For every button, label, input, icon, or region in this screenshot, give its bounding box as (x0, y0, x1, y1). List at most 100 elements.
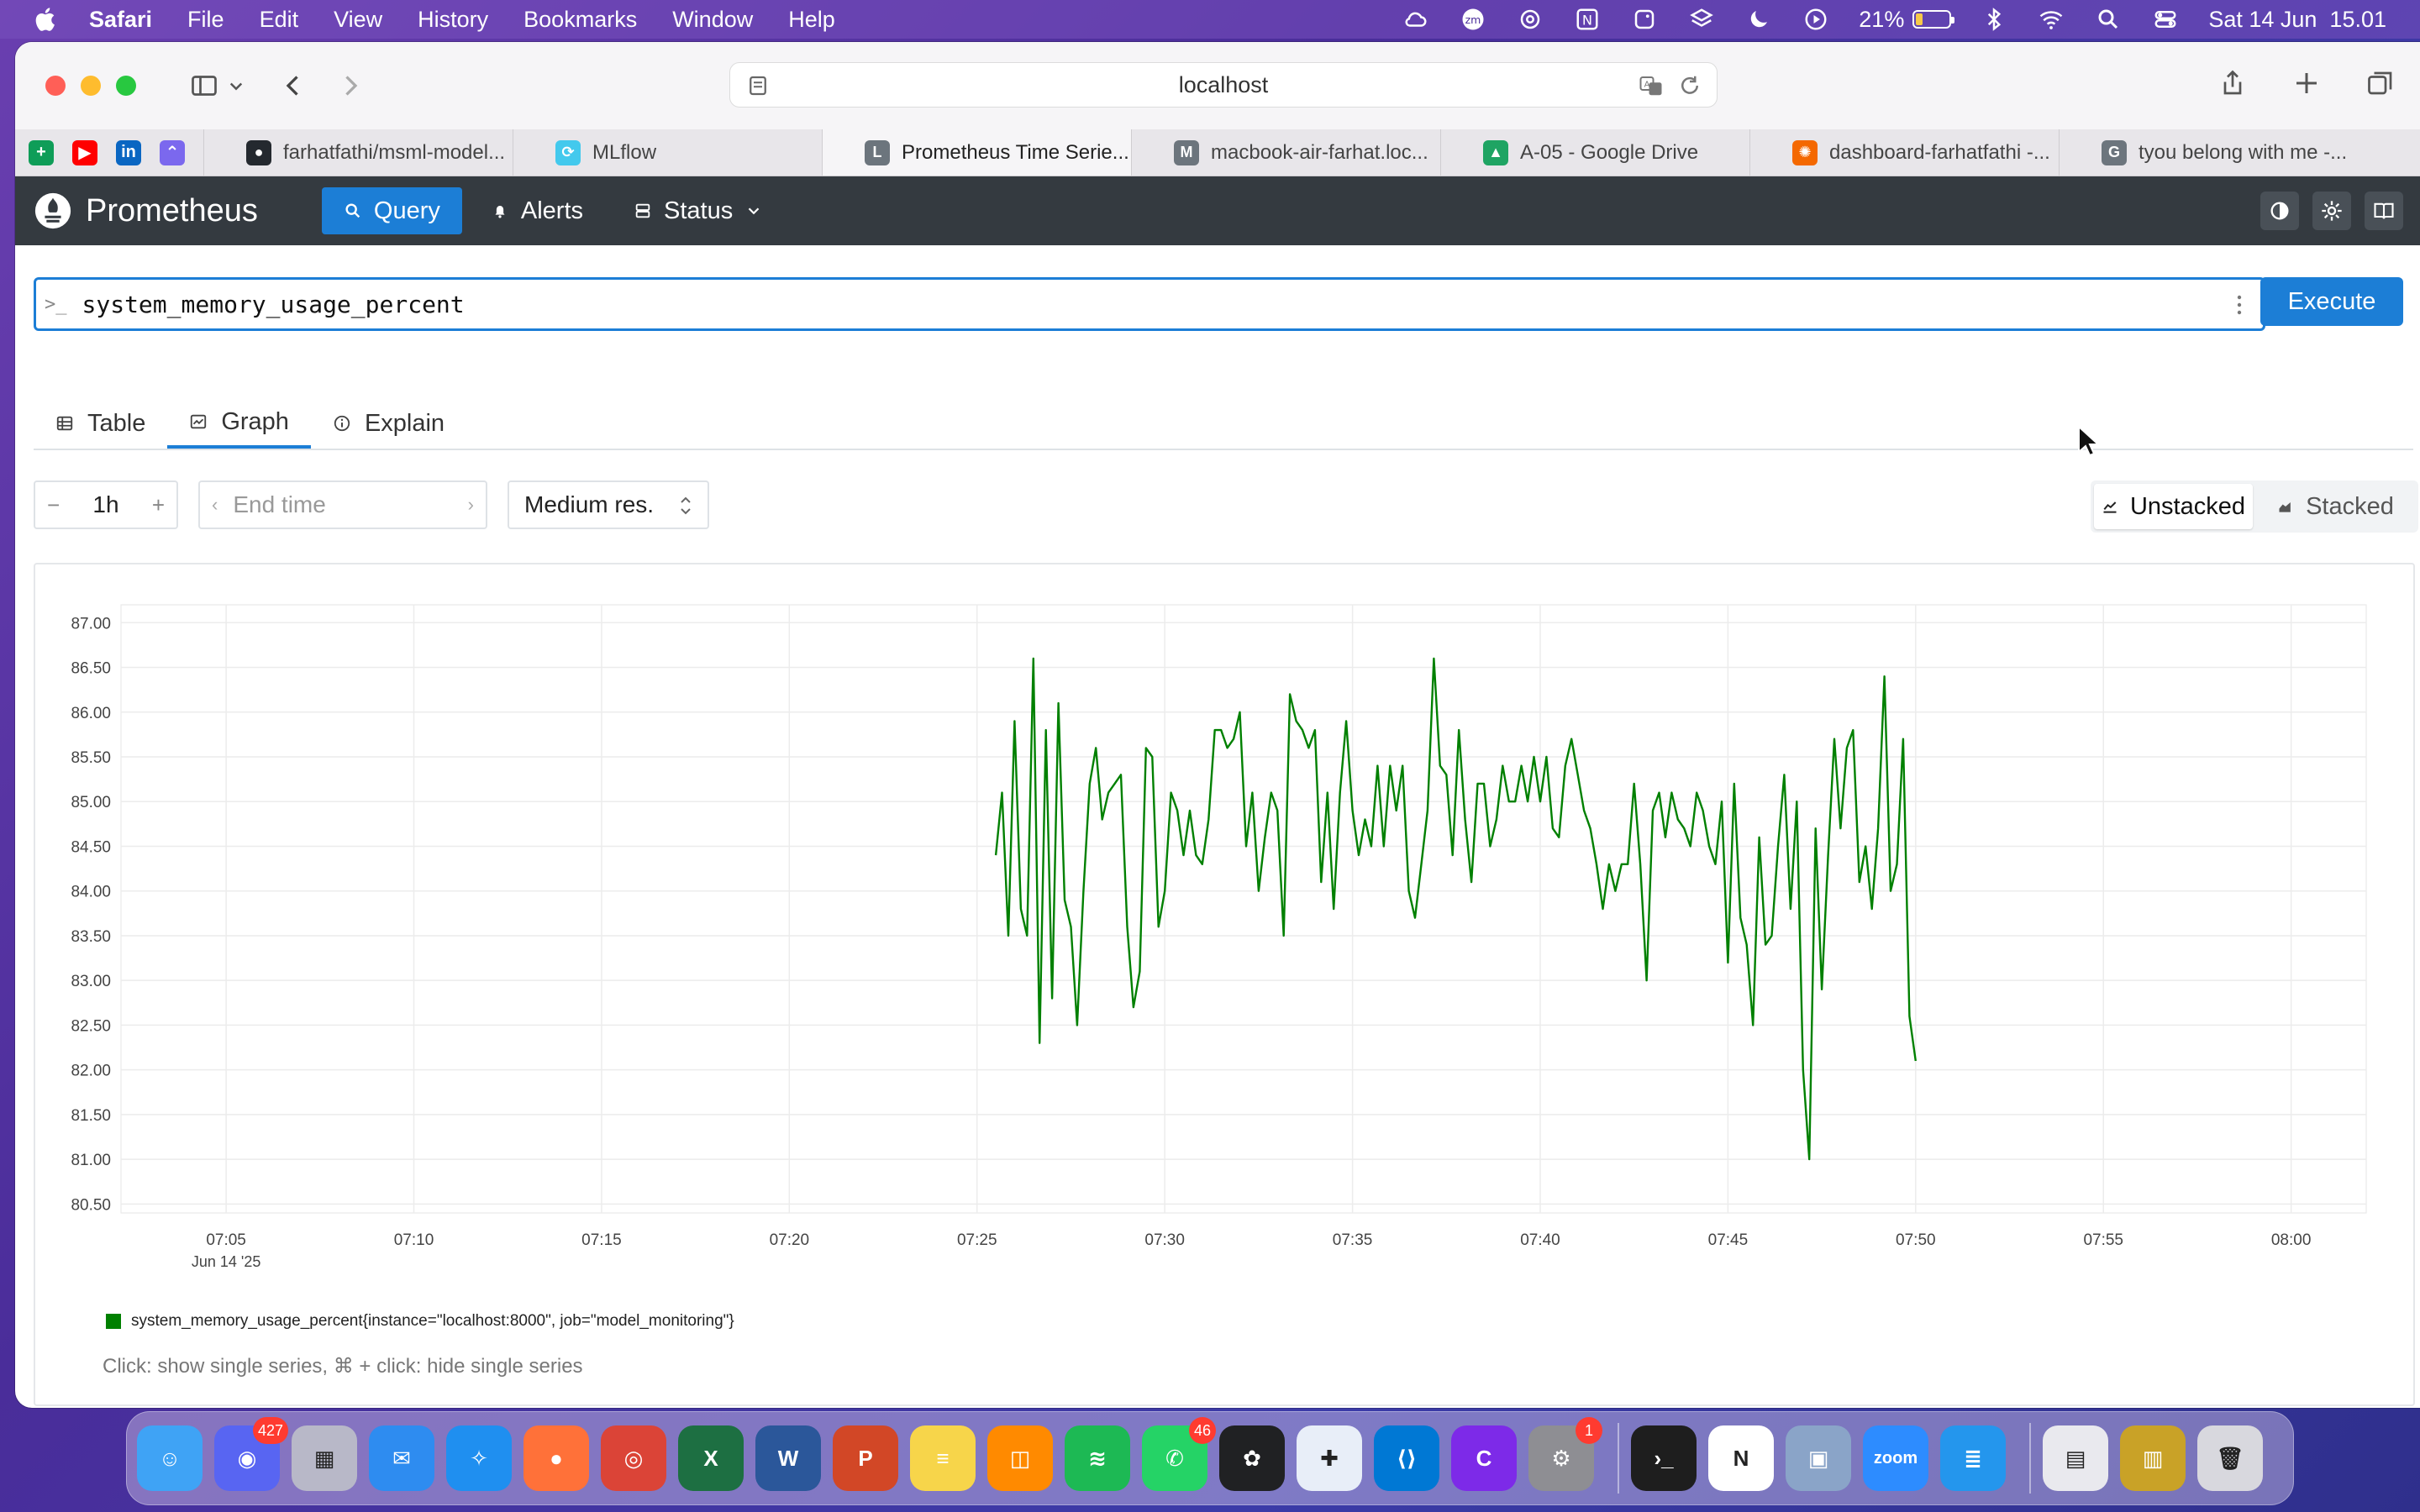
dock-launchpad-icon[interactable]: ▦ (292, 1425, 357, 1491)
sidebar-toggle-icon[interactable] (185, 66, 224, 105)
dock-excel-icon[interactable]: X (678, 1425, 744, 1491)
dock-chatgpt-icon[interactable]: ✿ (1219, 1425, 1285, 1491)
nav-status-button[interactable]: Status (612, 187, 785, 234)
favorite-sheets-icon[interactable]: + (29, 139, 54, 165)
decrease-range-icon[interactable]: − (47, 492, 60, 518)
resolution-select[interactable]: Medium res. (508, 480, 709, 529)
dock-system-settings-icon[interactable]: ⚙ 1 (1528, 1417, 1602, 1491)
menu-help[interactable]: Help (788, 7, 835, 33)
forward-arrow-icon[interactable] (331, 66, 370, 105)
dock-downloads-icon[interactable]: ▥ (2120, 1425, 2186, 1491)
translate-icon[interactable]: A (1638, 73, 1665, 98)
dock-notion-icon[interactable]: N (1708, 1425, 1774, 1491)
notion-status-icon[interactable]: N (1573, 7, 1602, 32)
dock-trash-icon[interactable]: 🗑 (2197, 1425, 2263, 1491)
expression-input[interactable]: >_ system_memory_usage_percent (34, 277, 2265, 331)
play-status-icon[interactable] (1802, 7, 1830, 32)
dock-zoom-icon[interactable]: zoom (1863, 1425, 1928, 1491)
address-bar[interactable]: localhost A (729, 62, 1718, 108)
dock-docker-icon[interactable]: ≣ (1940, 1425, 2006, 1491)
dock-canva-icon[interactable]: C (1451, 1425, 1517, 1491)
browser-tab[interactable]: ✺ dashboard-farhatfathi -... (1749, 129, 2059, 176)
menu-file[interactable]: File (187, 7, 224, 33)
chevron-right-icon[interactable]: › (468, 494, 474, 516)
browser-tab[interactable]: Gtyou belong with me -... (2059, 129, 2368, 176)
zoom-window-button[interactable] (116, 76, 136, 96)
control-center-icon[interactable] (2151, 7, 2180, 32)
address-url[interactable]: localhost (1179, 72, 1269, 98)
menubar-app-name[interactable]: Safari (89, 7, 152, 33)
expression-text[interactable]: system_memory_usage_percent (82, 291, 465, 318)
more-options-icon[interactable] (2229, 290, 2249, 320)
dock-chrome-icon[interactable]: ◎ (601, 1425, 666, 1491)
dock-documents-icon[interactable]: ▤ (2043, 1425, 2108, 1491)
dock-tableau-icon[interactable]: ✚ (1297, 1425, 1362, 1491)
minimize-window-button[interactable] (81, 76, 101, 96)
menu-bookmarks[interactable]: Bookmarks (523, 7, 637, 33)
prometheus-logo-icon[interactable] (34, 192, 72, 230)
increase-range-icon[interactable]: + (152, 492, 165, 518)
new-tab-plus-icon[interactable] (2287, 64, 2326, 102)
dock-safari-icon[interactable]: ✧ (446, 1425, 512, 1491)
prometheus-title[interactable]: Prometheus (86, 193, 258, 229)
dock-books-icon[interactable]: ◫ (987, 1425, 1053, 1491)
chevron-left-icon[interactable]: ‹ (212, 494, 218, 516)
dock-word-icon[interactable]: W (755, 1425, 821, 1491)
tab-graph[interactable]: Graph (167, 398, 311, 449)
tab-table[interactable]: Table (34, 398, 167, 449)
menu-window[interactable]: Window (672, 7, 753, 33)
unstacked-option[interactable]: Unstacked (2094, 484, 2253, 529)
dock-terminal-icon[interactable]: ›_ (1631, 1425, 1697, 1491)
stacked-option[interactable]: Stacked (2256, 484, 2415, 529)
bluetooth-icon[interactable] (1980, 7, 2008, 32)
share-icon[interactable] (2213, 64, 2252, 102)
tab-overview-icon[interactable] (2361, 64, 2400, 102)
browser-tab[interactable]: ▲ A-05 - Google Drive (1440, 129, 1749, 176)
dock-discord-icon[interactable]: ◉ 427 (214, 1417, 288, 1491)
zoom-status-icon[interactable]: zm (1459, 7, 1487, 32)
cloud-sync-icon[interactable] (1402, 7, 1430, 32)
favorite-youtube-icon[interactable]: ▶ (72, 139, 97, 165)
dock-firefox-icon[interactable]: ● (523, 1425, 589, 1491)
dock-notes-icon[interactable]: ≡ (910, 1425, 976, 1491)
execute-button[interactable]: Execute (2260, 277, 2403, 326)
end-time-placeholder[interactable]: End time (233, 491, 326, 518)
favorite-linkedin-icon[interactable]: in (116, 139, 141, 165)
dock-whatsapp-icon[interactable]: ✆ 46 (1142, 1417, 1216, 1491)
apple-icon[interactable] (32, 5, 60, 34)
menubar-clock[interactable]: Sat 14 Jun 15.01 (2208, 7, 2386, 33)
page-menu-icon[interactable] (745, 73, 771, 98)
settings-gear-icon[interactable] (2312, 192, 2351, 230)
spotlight-search-icon[interactable] (2094, 7, 2123, 32)
browser-tab[interactable]: Mmacbook-air-farhat.loc... (1131, 129, 1440, 176)
menu-history[interactable]: History (418, 7, 488, 33)
menu-view[interactable]: View (334, 7, 382, 33)
browser-tab[interactable]: ● farhatfathi/msml-model... (203, 129, 513, 176)
browser-tab[interactable]: ⟳ MLflow (513, 129, 822, 176)
end-time-input[interactable]: ‹ End time › (198, 480, 487, 529)
range-value[interactable]: 1h (92, 491, 118, 518)
back-arrow-icon[interactable] (274, 66, 313, 105)
layers-status-icon[interactable] (1687, 7, 1716, 32)
chevron-down-icon[interactable] (224, 66, 249, 105)
nav-query-button[interactable]: Query (321, 187, 462, 234)
tab-explain[interactable]: Explain (311, 398, 466, 449)
battery-indicator[interactable]: 21% (1859, 7, 1955, 33)
dock-vscode-icon[interactable]: ⟨⟩ (1374, 1425, 1439, 1491)
dock-mail-icon[interactable]: ✉ (369, 1425, 434, 1491)
help-book-icon[interactable] (2365, 192, 2403, 230)
theme-toggle-icon[interactable] (2260, 192, 2299, 230)
dock-preview-icon[interactable]: ▣ (1786, 1425, 1851, 1491)
legend-item[interactable]: system_memory_usage_percent{instance="lo… (106, 1312, 734, 1331)
range-input[interactable]: − 1h + (34, 480, 178, 529)
dock-finder-icon[interactable]: ☺ (137, 1425, 203, 1491)
favorite-clickup-icon[interactable]: ⌃ (160, 139, 185, 165)
screenshot-status-icon[interactable] (1630, 7, 1659, 32)
series-line[interactable] (994, 657, 1917, 1161)
reload-icon[interactable] (1676, 73, 1703, 98)
dock-spotify-icon[interactable]: ≋ (1065, 1425, 1130, 1491)
browser-tab[interactable]: L Prometheus Time Serie... (822, 129, 1131, 176)
time-series-chart[interactable]: 87.00 86.50 86.00 85.50 85.00 84.50 84.00 83.50… (35, 564, 2413, 1287)
nav-alerts-button[interactable]: Alerts (469, 187, 605, 234)
menu-edit[interactable]: Edit (260, 7, 299, 33)
